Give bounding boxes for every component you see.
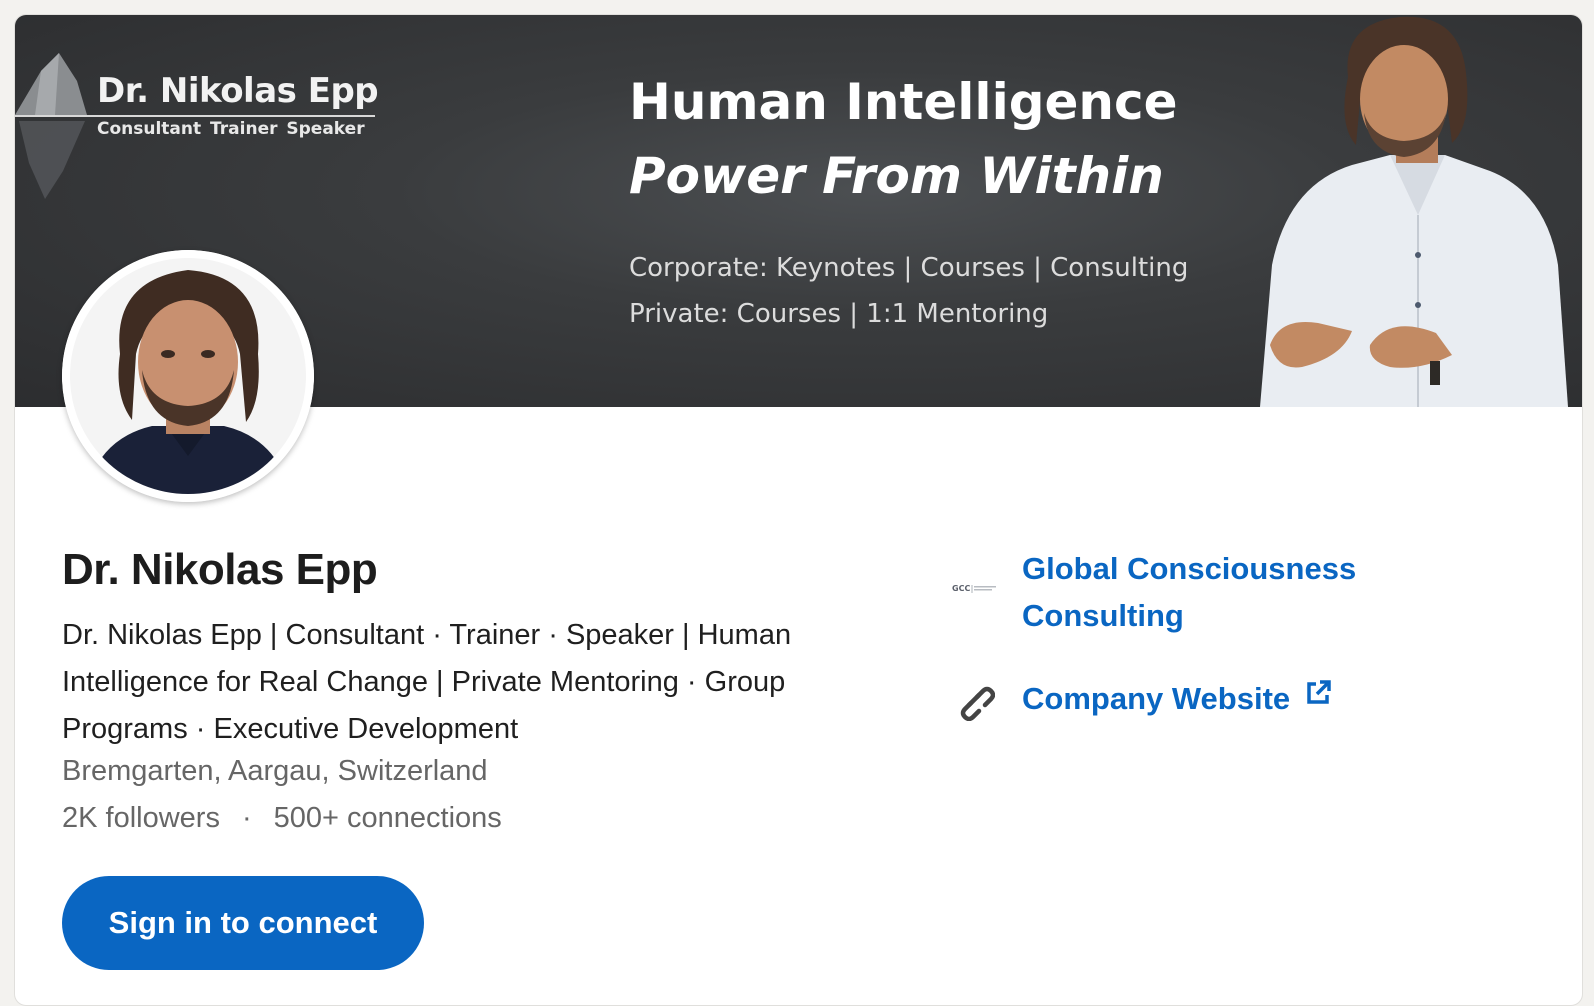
profile-avatar[interactable] bbox=[62, 250, 314, 502]
stats-separator: · bbox=[241, 802, 252, 834]
profile-stats: 2K followers · 500+ connections bbox=[62, 802, 502, 835]
profile-name: Dr. Nikolas Epp bbox=[62, 545, 378, 594]
banner-corporate-line: Corporate: Keynotes | Courses | Consulti… bbox=[629, 253, 1189, 283]
external-link-icon bbox=[1307, 680, 1331, 704]
company-website-label: Company Website bbox=[1022, 681, 1291, 716]
banner-brand-name: Dr. Nikolas Epp bbox=[97, 71, 379, 111]
banner-subtitle: Power From Within bbox=[629, 147, 1164, 205]
company-logo[interactable]: GCC bbox=[950, 568, 1000, 608]
connections-count: 500+ connections bbox=[273, 802, 502, 834]
banner-brand-divider bbox=[15, 115, 375, 117]
profile-headline: Dr. Nikolas Epp | Consultant · Trainer ·… bbox=[62, 619, 792, 745]
profile-card: Dr. Nikolas Epp Consultant Trainer Speak… bbox=[14, 14, 1583, 1006]
followers-count: 2K followers bbox=[62, 802, 220, 834]
iceberg-logo-icon bbox=[15, 53, 87, 199]
profile-location: Bremgarten, Aargau, Switzerland bbox=[62, 755, 488, 787]
link-icon bbox=[960, 686, 995, 721]
avatar-photo bbox=[62, 250, 314, 502]
company-website-link[interactable]: Company Website bbox=[1022, 679, 1332, 717]
company-logo-text: GCC bbox=[952, 584, 970, 593]
sign-in-to-connect-button[interactable]: Sign in to connect bbox=[62, 876, 424, 970]
banner-private-line: Private: Courses | 1:1 Mentoring bbox=[629, 299, 1049, 329]
banner-title: Human Intelligence bbox=[629, 73, 1178, 131]
company-name-link[interactable]: Global Consciousness Consulting bbox=[1022, 545, 1442, 639]
speaker-photo bbox=[1260, 16, 1568, 407]
banner-brand-tagline: Consultant Trainer Speaker bbox=[97, 119, 365, 139]
